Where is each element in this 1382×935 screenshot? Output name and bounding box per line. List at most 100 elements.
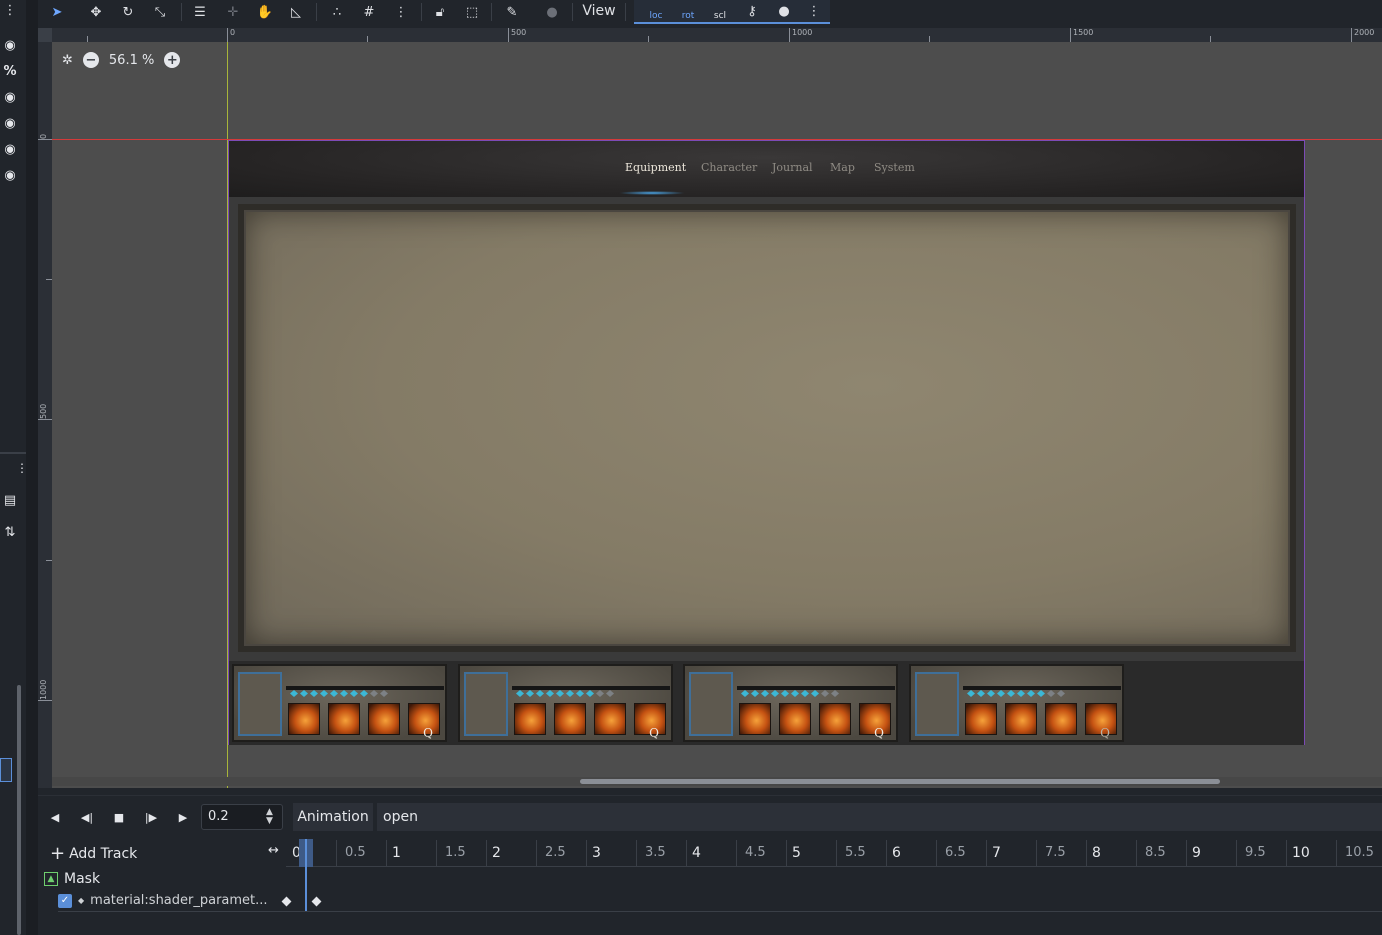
track-group-label: Mask [64,870,101,887]
fireball-icon[interactable] [514,703,546,735]
track-enabled-checkbox[interactable]: ✓ [58,893,72,908]
visibility-eye-icon[interactable]: ◉ [0,113,20,133]
move-icon[interactable]: ✥ [83,2,109,22]
content-panel [238,204,1296,652]
timeline-tick [636,840,637,866]
ruler-label: 1500 [1073,28,1094,37]
timeline-ruler[interactable]: 0 0.5 1 1.5 2 2.5 3 3.5 4 4.5 5 5.5 6 6.5 7 7.5 8 8.5 9 9.5… [286,839,1382,867]
smart-snap-icon[interactable]: ∴ [324,2,350,22]
timeline-tick [1086,840,1087,866]
bone-icon[interactable]: ✎ [499,2,525,22]
track-group-row[interactable]: ▲ Mask [44,868,1382,889]
timeline-label: 10 [1292,845,1310,861]
timeline-tick [736,840,737,866]
rotate-icon[interactable]: ↻ [115,2,141,22]
fireball-icon[interactable] [965,703,997,735]
key-loc-button[interactable]: loc [642,1,670,21]
key-scl-button[interactable]: scl [706,1,734,21]
timeline-tick [586,840,587,866]
party-slot[interactable]: Q [232,664,447,742]
key-icon[interactable]: ⚷ [738,1,766,21]
timeline-tick [486,840,487,866]
grid-snap-icon[interactable]: # [356,2,382,22]
visibility-eye-icon[interactable]: ◉ [0,35,20,55]
layout-icon[interactable]: ▤ [0,490,20,510]
visibility-eye-icon[interactable]: ◉ [0,87,20,107]
texture-rect-icon: ▲ [44,871,58,886]
fireball-icon[interactable] [288,703,320,735]
menu-dots-icon[interactable]: ⋮ [0,0,20,20]
tab-equipment[interactable]: Equipment [625,161,686,174]
timeline-label: 7 [992,845,1001,861]
left-scrollbar[interactable] [17,685,21,935]
party-slot[interactable]: Q [458,664,673,742]
center-view-icon[interactable]: ✲ [62,53,73,68]
timeline-label: 8 [1092,845,1101,861]
tab-map[interactable]: Map [830,161,855,174]
party-slot[interactable]: Q [683,664,898,742]
stop-icon[interactable]: ■ [109,807,129,827]
fireball-icon[interactable] [1045,703,1077,735]
play-from-start-icon[interactable]: |▶ [141,807,161,827]
timeline-tick [936,840,937,866]
ruler-label: 0 [39,133,48,139]
view-menu[interactable]: View [578,0,620,22]
fireball-icon[interactable] [1005,703,1037,735]
tab-system[interactable]: System [874,161,915,174]
animation-selector[interactable]: open [377,803,1382,831]
play-backwards-from-end-icon[interactable]: ◀| [77,807,97,827]
active-tab-glow [619,191,685,195]
timeline-tick [786,840,787,866]
spinner-arrows-icon[interactable]: ▲ ▼ [266,808,273,826]
fireball-icon[interactable] [328,703,360,735]
animation-menu-button[interactable]: Animation [293,803,373,831]
select-icon[interactable]: ➤ [44,2,70,22]
visibility-eye-icon[interactable]: ◉ [0,165,20,185]
fireball-icon[interactable] [819,703,851,735]
lock-icon[interactable]: 🔓︎ [427,2,453,22]
fireball-icon[interactable] [594,703,626,735]
add-track-button[interactable]: + Add Track [50,843,137,864]
sort-icon[interactable]: ⇅ [0,522,20,542]
panel-divider [0,452,26,454]
timeline-label: 6.5 [945,845,966,860]
list-select-icon[interactable]: ☰ [187,2,213,22]
key-rot-button[interactable]: rot [674,1,702,21]
zoom-in-button[interactable]: + [164,52,181,68]
track-name: material:shader_paramet... [90,893,268,908]
scene-root[interactable]: Equipment Character Journal Map System Q… [228,140,1305,745]
track-row[interactable]: ✓ ◆ material:shader_paramet... [58,890,1382,912]
add-track-label: Add Track [69,845,138,862]
timeline-tick [436,840,437,866]
key-more-icon[interactable]: ⋮ [800,1,828,21]
ruler-label: 1000 [792,28,813,37]
mana-pips [516,690,614,697]
plus-icon: + [50,843,66,864]
viewport-hscroll-thumb[interactable] [580,779,1220,784]
zoom-level[interactable]: 56.1 % [109,53,154,68]
ruler-icon[interactable]: ◺ [283,2,309,22]
play-icon[interactable]: ▶ [173,807,193,827]
percent-icon[interactable]: % [0,61,20,81]
pivot-icon[interactable]: ✛ [220,2,246,22]
fireball-icon[interactable] [368,703,400,735]
play-backwards-icon[interactable]: ◀ [45,807,65,827]
camera-icon[interactable]: ● [539,2,565,22]
scale-icon[interactable]: ⤡ [147,2,173,22]
splitter-grip-icon[interactable]: ⋮ [12,458,32,478]
auto-key-icon[interactable]: ● [770,1,798,21]
hotkey-label: Q [649,726,659,740]
tab-character[interactable]: Character [701,161,757,174]
fireball-icon[interactable] [554,703,586,735]
tab-journal[interactable]: Journal [772,161,813,174]
parchment-area [244,210,1290,646]
more-icon[interactable]: ⋮ [388,2,414,22]
pan-icon[interactable]: ✋ [252,2,278,22]
visibility-eye-icon[interactable]: ◉ [0,139,20,159]
zoom-out-button[interactable]: − [82,52,99,68]
fireball-icon[interactable] [739,703,771,735]
fireball-icon[interactable] [779,703,811,735]
party-slot[interactable]: Q [909,664,1124,742]
fit-timeline-icon[interactable]: ↔ [268,843,279,858]
group-icon[interactable]: ⬚ [459,2,485,22]
